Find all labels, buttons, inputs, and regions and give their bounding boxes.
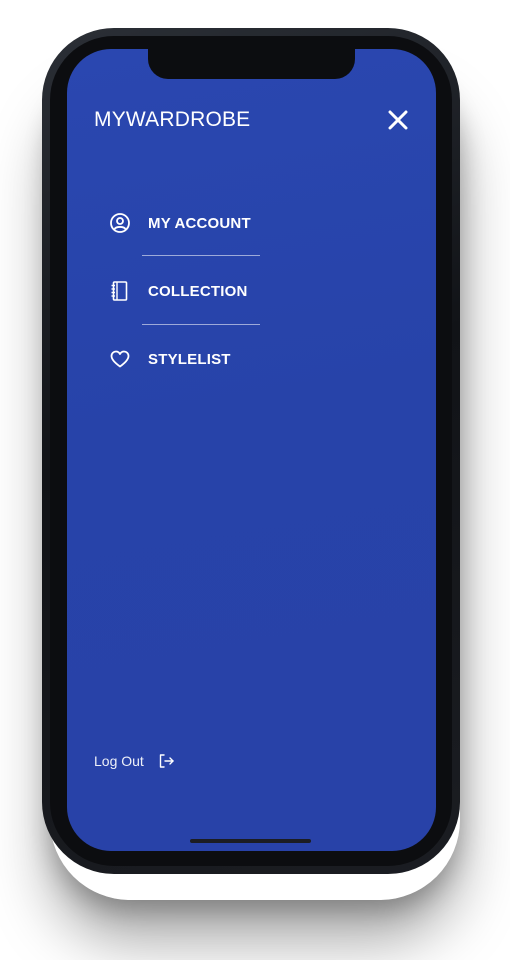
- menu-divider: [142, 255, 260, 256]
- notebook-icon: [108, 279, 132, 303]
- home-indicator[interactable]: [190, 839, 311, 843]
- stage: MYWARDROBE MY ACCOUNT COLLECTION STYLELI…: [0, 0, 510, 960]
- menu-item-label: COLLECTION: [148, 282, 248, 300]
- heart-icon: [108, 347, 132, 371]
- menu-item-my-account[interactable]: MY ACCOUNT: [108, 208, 251, 238]
- device-notch: [148, 49, 355, 79]
- logout-label: Log Out: [94, 753, 144, 769]
- logout-button[interactable]: Log Out: [94, 752, 176, 770]
- app-title: MYWARDROBE: [94, 108, 251, 131]
- close-icon: [388, 110, 408, 130]
- menu-item-stylelist[interactable]: STYLELIST: [108, 344, 231, 374]
- logout-icon: [158, 752, 176, 770]
- close-menu-button[interactable]: [385, 107, 411, 133]
- menu-item-label: STYLELIST: [148, 350, 231, 368]
- menu-divider: [142, 324, 260, 325]
- app-screen: MYWARDROBE MY ACCOUNT COLLECTION STYLELI…: [67, 49, 436, 851]
- menu-item-collection[interactable]: COLLECTION: [108, 276, 248, 306]
- user-circle-icon: [108, 211, 132, 235]
- menu-item-label: MY ACCOUNT: [148, 214, 251, 232]
